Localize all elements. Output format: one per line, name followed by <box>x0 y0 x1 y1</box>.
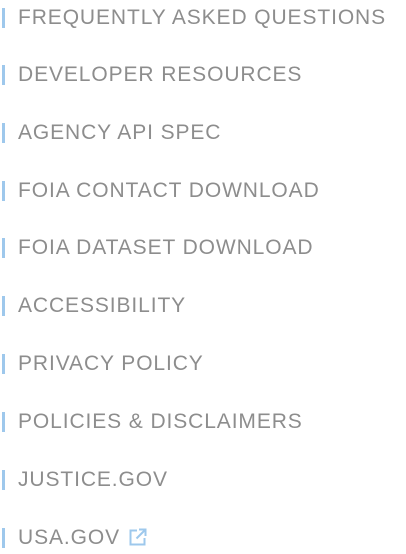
external-link-icon <box>128 528 147 547</box>
accent-bar <box>2 123 5 143</box>
policies-disclaimers-link[interactable]: POLICIES & DISCLAIMERS <box>18 406 303 438</box>
accent-bar <box>2 354 5 374</box>
footer-nav-item-faq: FREQUENTLY ASKED QUESTIONS <box>0 2 386 34</box>
footer-nav-item-developer-resources: DEVELOPER RESOURCES <box>0 59 302 91</box>
accent-bar <box>2 65 5 85</box>
accent-bar <box>2 296 5 316</box>
footer-nav-item-agency-api-spec: AGENCY API SPEC <box>0 117 221 149</box>
foia-contact-download-link[interactable]: FOIA CONTACT DOWNLOAD <box>18 175 320 207</box>
usa-gov-link[interactable]: USA.GOV <box>18 522 147 554</box>
footer-nav-item-policies-disclaimers: POLICIES & DISCLAIMERS <box>0 406 303 438</box>
agency-api-spec-link[interactable]: AGENCY API SPEC <box>18 117 221 149</box>
footer-nav-item-privacy-policy: PRIVACY POLICY <box>0 348 204 380</box>
accent-bar <box>2 238 5 258</box>
accent-bar <box>2 8 5 28</box>
usa-gov-label: USA.GOV <box>18 526 120 549</box>
footer-nav-item-foia-contact-download: FOIA CONTACT DOWNLOAD <box>0 175 320 207</box>
accent-bar <box>2 528 5 548</box>
accessibility-link[interactable]: ACCESSIBILITY <box>18 290 186 322</box>
developer-resources-link[interactable]: DEVELOPER RESOURCES <box>18 59 302 91</box>
footer-nav-item-justice-gov: JUSTICE.GOV <box>0 464 168 496</box>
footer-nav-item-accessibility: ACCESSIBILITY <box>0 290 186 322</box>
accent-bar <box>2 412 5 432</box>
justice-gov-link[interactable]: JUSTICE.GOV <box>18 464 168 496</box>
privacy-policy-link[interactable]: PRIVACY POLICY <box>18 348 204 380</box>
foia-dataset-download-link[interactable]: FOIA DATASET DOWNLOAD <box>18 232 313 264</box>
accent-bar <box>2 470 5 490</box>
footer-nav-item-foia-dataset-download: FOIA DATASET DOWNLOAD <box>0 232 313 264</box>
footer-nav-item-usa-gov: USA.GOV <box>0 522 147 554</box>
accent-bar <box>2 181 5 201</box>
faq-link[interactable]: FREQUENTLY ASKED QUESTIONS <box>18 2 386 34</box>
